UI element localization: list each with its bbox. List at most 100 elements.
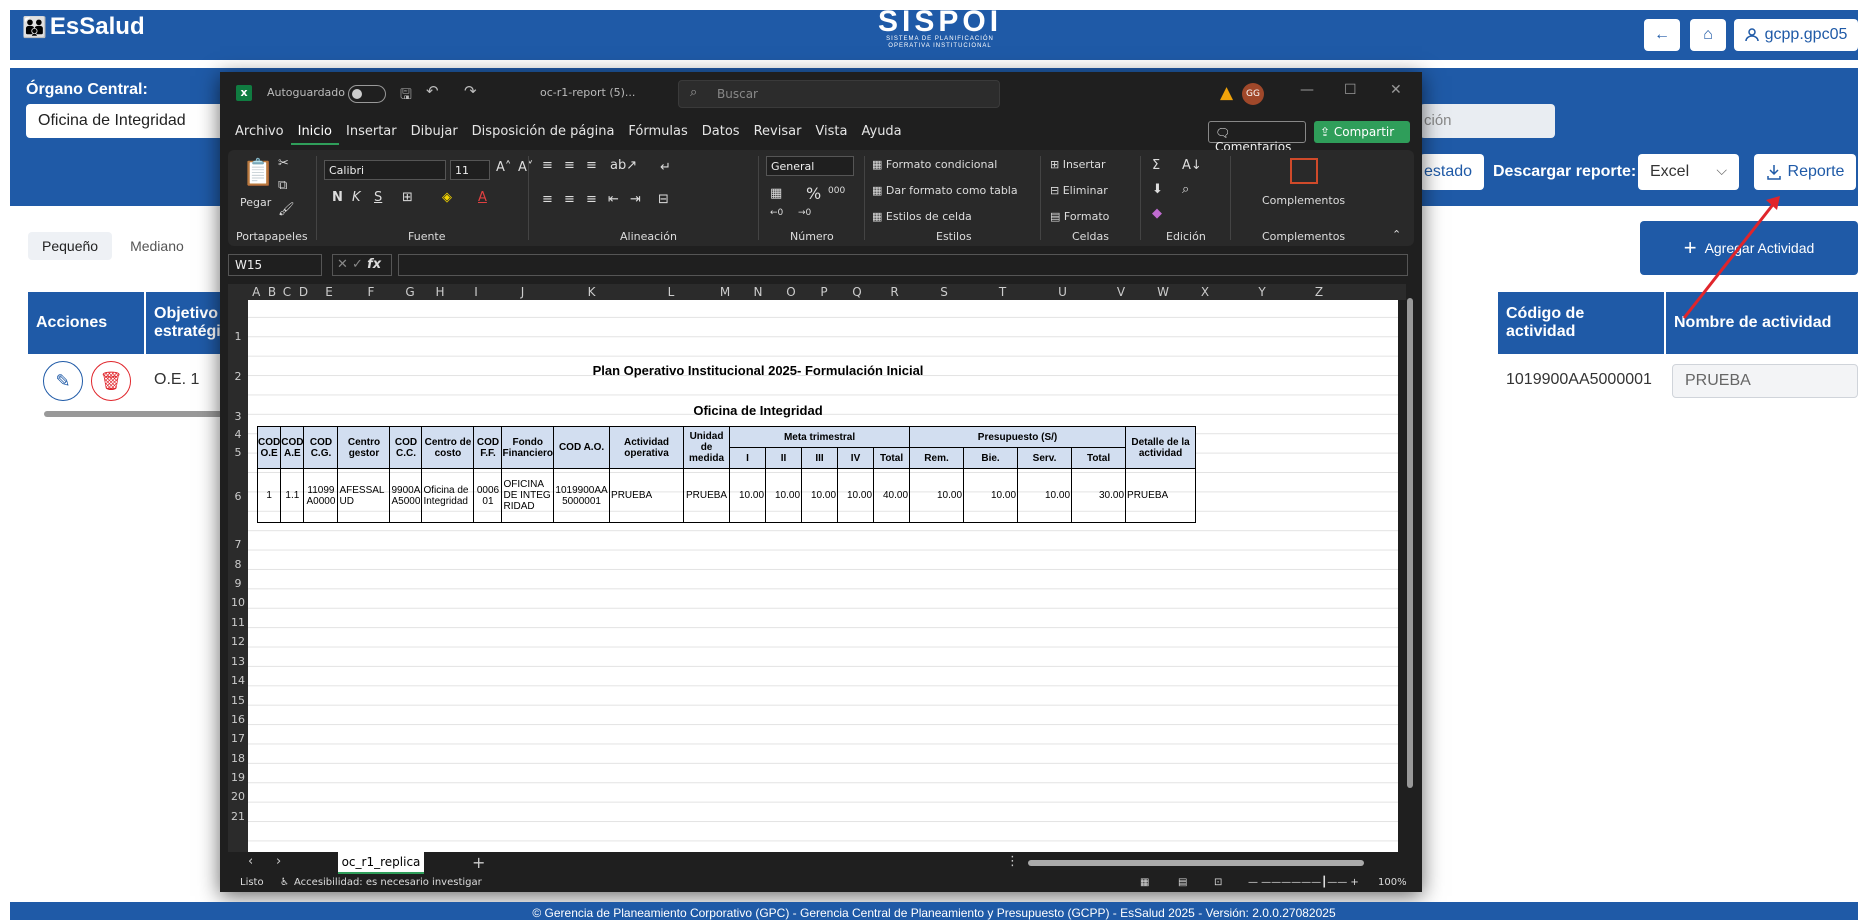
column-header-t[interactable]: T (973, 285, 1033, 299)
column-header-h[interactable]: H (424, 285, 457, 299)
row-header-20[interactable]: 20 (228, 790, 248, 803)
cell-cod-oe[interactable]: 1 (256, 468, 282, 523)
percent-icon[interactable]: % (806, 184, 821, 203)
underline-icon[interactable]: S (374, 190, 382, 205)
prev-sheet-icon[interactable]: ‹ (248, 854, 253, 869)
nombre-actividad-input[interactable]: PRUEBA (1672, 364, 1858, 398)
fill-icon[interactable]: ⬇ (1152, 182, 1163, 197)
column-header-x[interactable]: X (1177, 285, 1234, 299)
column-header-u[interactable]: U (1033, 285, 1093, 299)
row-header-15[interactable]: 15 (228, 694, 248, 707)
estado-button[interactable]: estado (1420, 154, 1484, 190)
row-header-13[interactable]: 13 (228, 655, 248, 668)
wrap-text-icon[interactable]: ↵ (660, 160, 671, 175)
format-select[interactable]: Excel ⌵ (1638, 154, 1739, 190)
organo-select[interactable]: Oficina de Integridad (26, 104, 236, 138)
column-header-n[interactable]: N (742, 285, 775, 299)
compartir-button[interactable]: ⇪ Compartir (1314, 121, 1410, 143)
cell-unidad[interactable]: PRUEBA (683, 468, 731, 523)
menu-datos[interactable]: Datos (695, 124, 747, 145)
page-break-icon[interactable]: ⊡ (1214, 877, 1222, 888)
column-header-f[interactable]: F (346, 285, 397, 299)
menu-dibujar[interactable]: Dibujar (404, 124, 465, 145)
row-header-17[interactable]: 17 (228, 732, 248, 745)
row-header-11[interactable]: 11 (228, 616, 248, 629)
column-header-c[interactable]: C (280, 285, 295, 299)
tab-pequeno[interactable]: Pequeño (28, 232, 113, 260)
column-header-z[interactable]: Z (1291, 285, 1348, 299)
menu-formulas[interactable]: Fórmulas (621, 124, 694, 145)
merge-icon[interactable]: ⊟ (658, 192, 669, 207)
cell-centro-costo[interactable]: Oficina de Integridad (421, 468, 475, 523)
column-header-d[interactable]: D (295, 285, 313, 299)
status-accessibility[interactable]: Accesibilidad: es necesario investigar (294, 877, 482, 888)
formula-input[interactable] (398, 254, 1408, 276)
menu-ayuda[interactable]: Ayuda (854, 124, 908, 145)
row-header-12[interactable]: 12 (228, 635, 248, 648)
menu-disposicion[interactable]: Disposición de página (465, 124, 622, 145)
menu-vista[interactable]: Vista (808, 124, 854, 145)
formato-cells-button[interactable]: ▤ Formato (1050, 210, 1109, 223)
orientation-icon[interactable]: ab↗ (610, 158, 637, 173)
cell-cod-ae[interactable]: 1.1 (280, 468, 305, 523)
comentarios-button[interactable]: 🗨 Comentarios (1208, 121, 1306, 154)
row-header-2[interactable]: 2 (228, 370, 248, 383)
column-header-s[interactable]: S (916, 285, 973, 299)
cell-cod-cg[interactable]: 11099A0000 (303, 468, 339, 523)
more-options-icon[interactable]: ⋮ (1006, 854, 1019, 869)
font-select[interactable]: Calibri (324, 160, 446, 180)
column-header-j[interactable]: J (496, 285, 550, 299)
row-header-3[interactable]: 3 (228, 410, 248, 423)
column-header-i[interactable]: I (457, 285, 496, 299)
row-header-19[interactable]: 19 (228, 771, 248, 784)
cell-cod-cc[interactable]: 9900AA5000 (389, 468, 423, 523)
cell-centro-gestor[interactable]: AFESSALUD (337, 468, 391, 523)
user-menu-button[interactable]: gcpp.gpc05 (1734, 19, 1858, 51)
row-header-9[interactable]: 9 (228, 577, 248, 590)
menu-archivo[interactable]: Archivo (228, 124, 291, 145)
page-layout-icon[interactable]: ▤ (1178, 877, 1187, 888)
column-header-o[interactable]: O (775, 285, 808, 299)
increase-decimal-icon[interactable]: ←0 (770, 208, 783, 218)
undo-icon[interactable]: ↶ (426, 82, 439, 100)
add-sheet-icon[interactable]: + (472, 853, 485, 872)
grow-font-icon[interactable]: A˄ (496, 160, 511, 175)
row-header-7[interactable]: 7 (228, 538, 248, 551)
column-header-q[interactable]: Q (841, 285, 874, 299)
bold-icon[interactable]: N (332, 190, 343, 205)
italic-icon[interactable]: K (352, 190, 361, 205)
cell-meta-iv[interactable]: 10.00 (837, 468, 875, 523)
minimize-icon[interactable]: — (1300, 82, 1314, 98)
column-header-p[interactable]: P (808, 285, 841, 299)
tab-mediano[interactable]: Mediano (116, 232, 198, 260)
row-header-18[interactable]: 18 (228, 752, 248, 765)
pegar-label[interactable]: Pegar (240, 196, 271, 209)
cell-actividad[interactable]: PRUEBA (609, 468, 685, 523)
row-header-14[interactable]: 14 (228, 674, 248, 687)
eliminar-cells-button[interactable]: ⊟ Eliminar (1050, 184, 1108, 197)
cell-pres-rem[interactable]: 10.00 (909, 468, 965, 523)
scrollbar-thumb[interactable] (44, 411, 244, 417)
format-painter-icon[interactable]: 🖌 (278, 202, 295, 217)
insertar-cells-button[interactable]: ⊞ Insertar (1050, 158, 1106, 171)
align-middle-icon[interactable]: ≡ (564, 158, 575, 173)
sort-filter-icon[interactable]: A↓ (1182, 158, 1202, 173)
number-format-select[interactable]: General (766, 156, 854, 176)
worksheet[interactable]: Plan Operativo Institucional 2025- Formu… (248, 300, 1398, 852)
row-header-4[interactable]: 4 (228, 428, 248, 441)
copy-icon[interactable]: ⧉ (278, 178, 287, 193)
column-header-a[interactable]: A (248, 285, 265, 299)
sheet-horizontal-scrollbar[interactable] (1028, 860, 1364, 866)
warning-icon[interactable]: ▲ (1220, 83, 1233, 103)
column-header-l[interactable]: L (634, 285, 709, 299)
column-header-b[interactable]: B (265, 285, 280, 299)
accounting-icon[interactable]: ▦ (770, 186, 782, 201)
collapse-ribbon-icon[interactable]: ⌃ (1392, 228, 1401, 241)
file-name[interactable]: oc-r1-report (5)... (540, 86, 635, 99)
row-header-21[interactable]: 21 (228, 810, 248, 823)
row-header-1[interactable]: 1 (228, 330, 248, 343)
confirm-icon[interactable]: ✓ (352, 257, 363, 272)
filter-field[interactable]: ción (1420, 104, 1555, 138)
estilos-celda-button[interactable]: ▦ Estilos de celda (872, 210, 972, 223)
align-left-icon[interactable]: ≡ (542, 192, 553, 207)
